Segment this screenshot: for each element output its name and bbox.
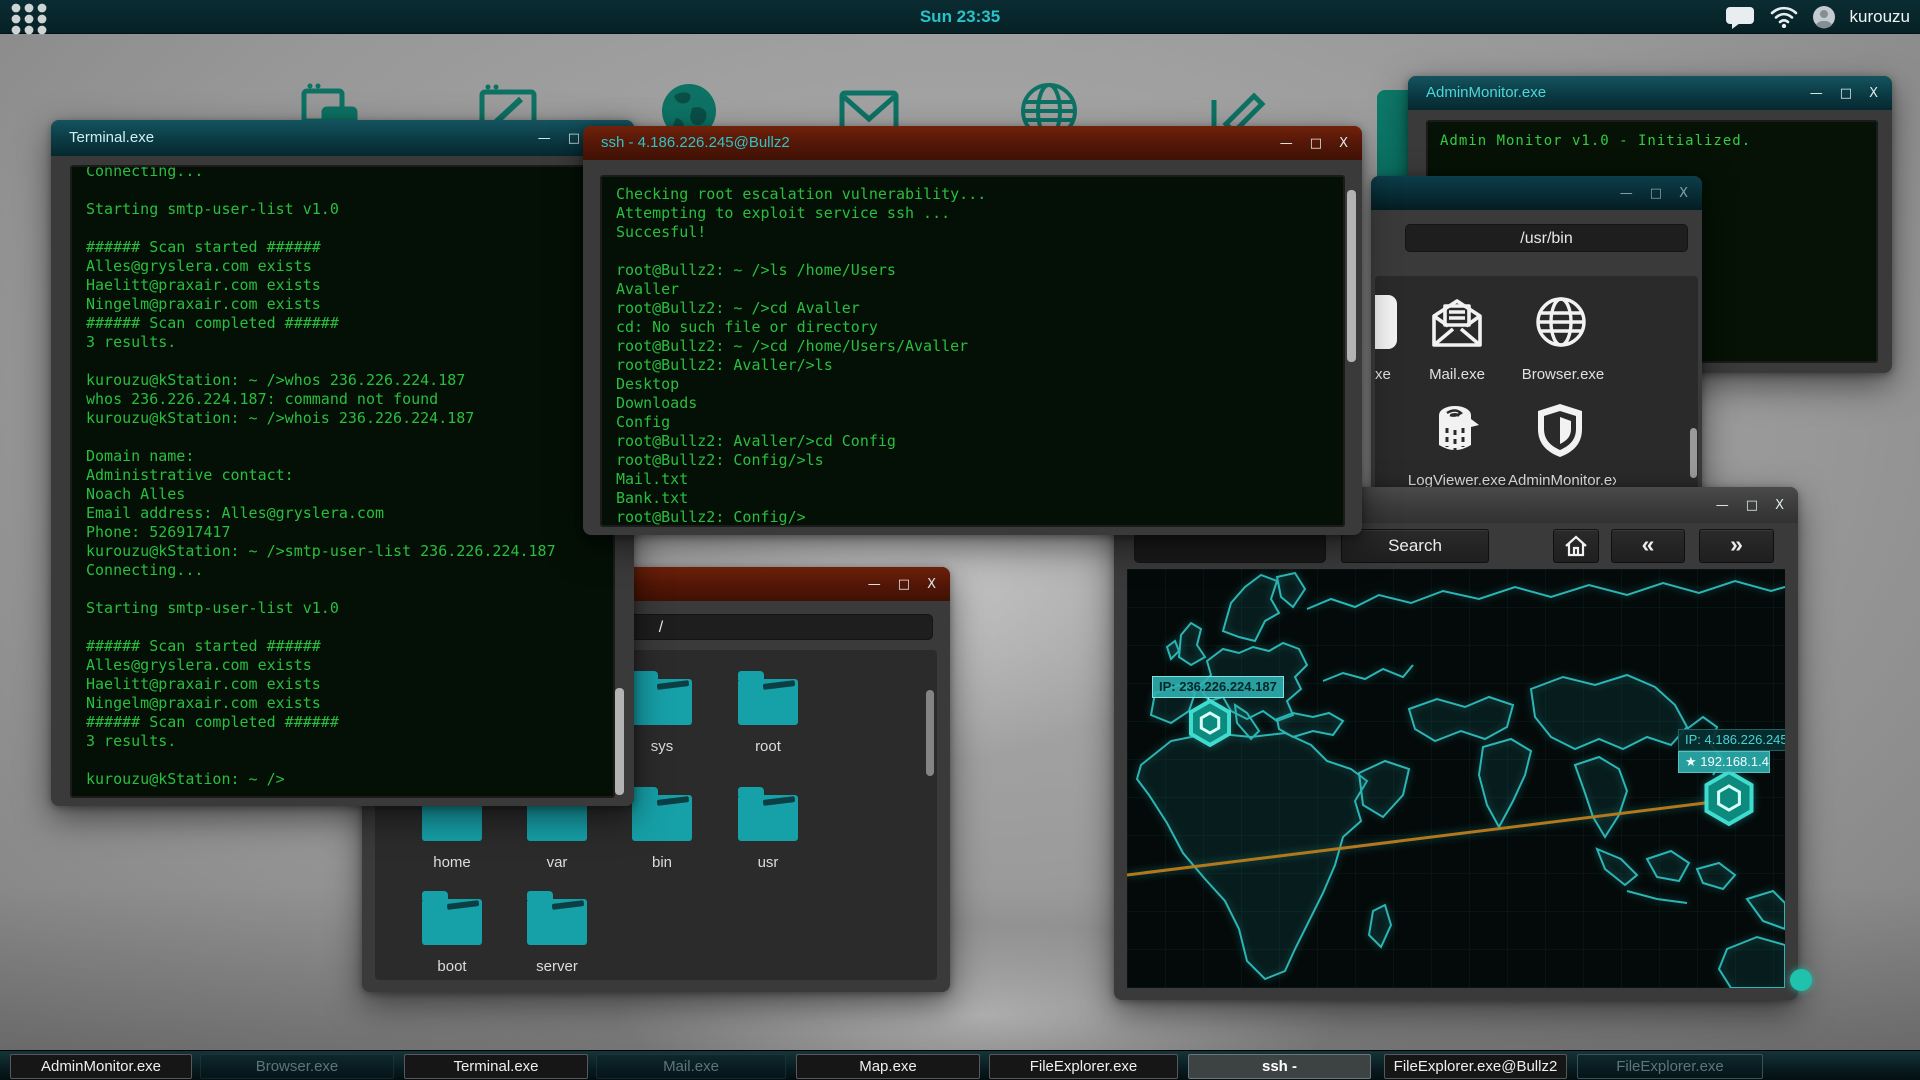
desktop: { "topbar": { "clock": "Sun 23:35", "use… [0,0,1920,1080]
star-icon: ★ [1685,754,1697,769]
taskbar-terminal[interactable]: Terminal.exe [404,1054,588,1079]
globe-icon[interactable] [1533,293,1589,351]
terminal-output: Connecting... Starting smtp-user-list v1… [72,165,613,789]
taskbar-mail[interactable]: Mail.exe [596,1054,786,1079]
taskbar-fileexplorer[interactable]: FileExplorer.exe [989,1054,1178,1079]
maximize-button[interactable]: □ [568,132,580,145]
usrbin-panel: xe Mail.exe Browser.exe [1375,276,1698,520]
admin-monitor-titlebar[interactable]: AdminMonitor.exe — □ X [1408,76,1892,110]
folder-icon [632,679,692,725]
map-search-button[interactable]: Search [1341,529,1489,563]
terminal-screen[interactable]: Connecting... Starting smtp-user-list v1… [70,165,615,798]
close-button[interactable]: X [1679,187,1688,200]
folder-icon [632,795,692,841]
status-dot [1790,969,1812,991]
log-icon[interactable] [1427,401,1483,459]
folder-icon [738,795,798,841]
top-bar: Sun 23:35 kurouzu [0,0,1920,34]
usrbin-titlebar[interactable]: — □ X [1371,176,1702,210]
ssh-scrollbar[interactable] [1347,190,1356,362]
map-node-236-226-224-187[interactable] [1191,701,1229,745]
folder-icon [527,899,587,945]
node2-lan-label: ★ 192.168.1.4 [1678,751,1770,773]
ssh-titlebar[interactable]: ssh - 4.186.226.245@Bullz2 — □ X [583,126,1362,160]
minimize-button[interactable]: — [868,578,881,591]
close-button[interactable]: X [927,578,936,591]
apps-grid-icon[interactable] [8,1,50,35]
taskbar-map[interactable]: Map.exe [796,1054,980,1079]
folder-root[interactable]: root [716,670,820,725]
taskbar-fileexplorer-bullz2[interactable]: FileExplorer.exe@Bullz2 [1384,1054,1567,1079]
clock: Sun 23:35 [920,0,1000,34]
root-explorer-scrollbar[interactable] [926,690,934,776]
terminal-titlebar[interactable]: Terminal.exe — □ [51,120,634,156]
minimize-button[interactable]: — [1810,87,1823,100]
close-button[interactable]: X [1339,137,1348,150]
taskbar-adminmonitor[interactable]: AdminMonitor.exe [10,1054,192,1079]
folder-usr[interactable]: usr [716,786,820,841]
ssh-output: Checking root escalation vulnerability..… [602,177,1343,527]
username[interactable]: kurouzu [1850,7,1910,27]
close-button[interactable]: X [1775,499,1784,512]
map-node-4-186-226-245[interactable] [1707,772,1752,824]
map-next-button[interactable]: » [1699,529,1774,563]
wifi-icon[interactable] [1770,6,1798,28]
window-ssh: ssh - 4.186.226.245@Bullz2 — □ X Checkin… [583,126,1362,535]
folder-server[interactable]: server [505,890,609,945]
window-title: Terminal.exe [69,120,154,156]
maximize-button[interactable]: □ [1840,87,1852,100]
folder-icon [738,679,798,725]
taskbar-browser[interactable]: Browser.exe [200,1054,394,1079]
folder-icon [422,899,482,945]
map-prev-button[interactable]: « [1611,529,1685,563]
browser-exe-label: Browser.exe [1521,366,1605,383]
maximize-button[interactable]: □ [1650,187,1662,200]
maximize-button[interactable]: □ [898,578,910,591]
home-icon [1564,535,1588,557]
minimize-button[interactable]: — [538,132,551,145]
avatar-icon[interactable] [1812,5,1836,29]
mail-icon[interactable] [1429,293,1485,351]
node2-ip-label: IP: 4.186.226.245 [1678,729,1785,751]
window-title: AdminMonitor.exe [1426,76,1546,110]
shield-icon[interactable] [1532,401,1588,459]
maximize-button[interactable]: □ [1310,137,1322,150]
usrbin-scrollbar[interactable] [1690,428,1697,478]
window-title: ssh - 4.186.226.245@Bullz2 [601,126,790,160]
folder-boot[interactable]: boot [400,890,504,945]
minimize-button[interactable]: — [1716,499,1729,512]
ssh-screen[interactable]: Checking root escalation vulnerability..… [600,175,1345,527]
maximize-button[interactable]: □ [1746,499,1758,512]
map-coastlines [1127,569,1785,988]
map-address-input[interactable] [1134,533,1326,563]
minimize-button[interactable]: — [1280,137,1293,150]
admin-monitor-output: Admin Monitor v1.0 - Initialized. [1428,122,1876,161]
taskbar-ssh[interactable]: ssh - [1188,1054,1371,1079]
world-map[interactable]: IP: 236.226.224.187 IP: 4.186.226.245 ★ … [1127,569,1785,988]
taskbar: AdminMonitor.exe Browser.exe Terminal.ex… [0,1050,1920,1080]
window-usrbin-explorer: — □ X /usr/bin xe Mail.exe [1371,176,1702,520]
usrbin-path[interactable]: /usr/bin [1405,224,1688,252]
home-button[interactable] [1553,529,1599,563]
partial-app-label: xe [1375,366,1409,383]
taskbar-fileexplorer-2[interactable]: FileExplorer.exe [1577,1054,1763,1079]
close-button[interactable]: X [1869,87,1878,100]
partial-app-icon[interactable] [1375,295,1397,349]
terminal-scrollbar[interactable] [615,688,624,795]
chat-icon[interactable] [1724,5,1756,29]
minimize-button[interactable]: — [1620,187,1633,200]
window-terminal: Terminal.exe — □ Connecting... Starting … [51,120,634,806]
node1-ip-label: IP: 236.226.224.187 [1152,676,1284,698]
window-map: — □ X Search « » [1114,487,1798,1000]
mail-exe-label: Mail.exe [1417,366,1497,383]
